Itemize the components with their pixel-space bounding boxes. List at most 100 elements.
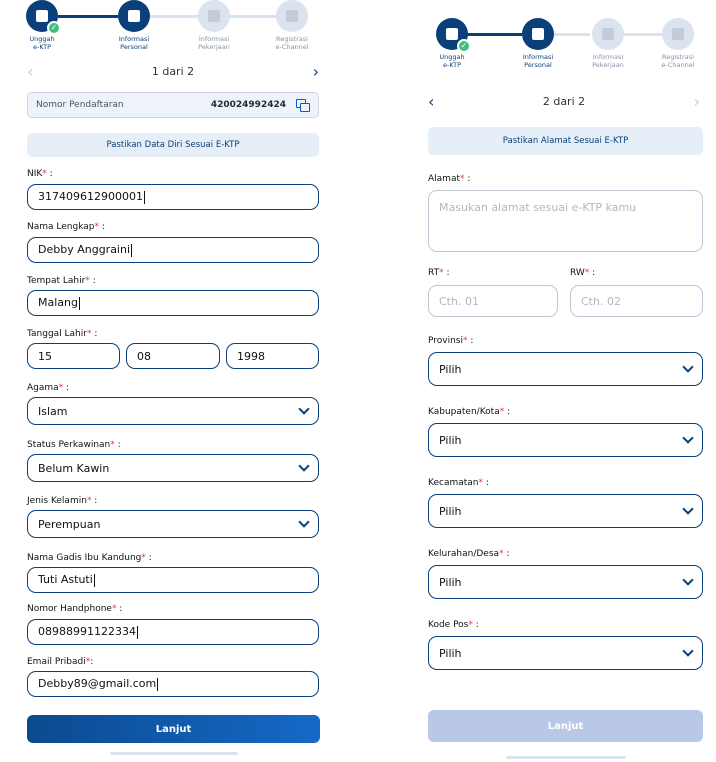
day-input[interactable]: 15 [27,343,120,369]
kabupaten-select[interactable]: Pilih [428,423,703,457]
step-label: Pekerjaan [592,61,624,69]
step-label: Personal [120,43,148,51]
kelurahan-label: Kelurahan/Desa* : [428,549,510,559]
step-label: Pekerjaan [198,43,230,51]
ibu-input[interactable]: Tuti Astuti [27,567,319,593]
tanggal-lahir-label: Tanggal Lahir* : [27,329,98,339]
step-label: Registrasi [276,35,308,43]
chevron-left-icon[interactable]: ‹ [27,62,33,81]
chevron-down-icon [682,432,694,444]
tempat-lahir-input[interactable]: Malang [27,290,319,316]
chevron-right-icon[interactable]: › [694,92,700,111]
chevron-down-icon [682,361,694,373]
step-label: e-KTP [443,61,461,69]
kodepos-select[interactable]: Pilih [428,636,703,670]
chevron-down-icon [298,460,310,472]
step-label: Informasi [198,35,230,43]
phone-icon [672,28,684,40]
year-input[interactable]: 1998 [226,343,319,369]
chevron-down-icon [682,574,694,586]
step-unggah-ektp: ✓ Unggah e-KTP [12,0,72,51]
chevron-left-icon[interactable]: ‹ [428,92,434,111]
chevron-down-icon [298,403,310,415]
home-indicator [506,756,626,759]
check-icon: ✓ [47,21,61,35]
step-informasi-personal: Informasi Personal [104,0,164,51]
alamat-label: Alamat* : [428,174,471,184]
id-card-icon [36,10,48,22]
agama-select[interactable]: Islam [27,397,319,425]
step-informasi-pekerjaan: Informasi Pekerjaan [578,18,638,69]
info-banner: Pastikan Alamat Sesuai E-KTP [428,127,703,155]
step-label: Informasi [522,53,554,61]
banner-text: Pastikan Data Diri Sesuai E-KTP [106,140,240,150]
person-icon [532,28,544,40]
progress-stepper: ✓ Unggah e-KTP Informasi Personal Informas… [0,0,346,60]
kecamatan-label: Kecamatan* : [428,478,489,488]
progress-stepper: ✓ Unggah e-KTP Informasi Personal Informas… [400,18,716,78]
hp-input[interactable]: 08988991122334 [27,619,319,645]
step-label: e-Channel [275,43,309,51]
step-label: Informasi [592,53,624,61]
kabupaten-label: Kabupaten/Kota* : [428,407,511,417]
phone-icon [286,10,298,22]
home-indicator [110,752,238,755]
id-card-icon [446,28,458,40]
rw-input[interactable]: Cth. 02 [570,285,703,317]
provinsi-label: Provinsi* : [428,336,474,346]
chevron-down-icon [298,516,310,528]
jenis-kelamin-label: Jenis Kelamin* : [27,496,98,506]
step-label: Unggah [29,35,55,43]
status-select[interactable]: Belum Kawin [27,454,319,482]
step-unggah-ektp: ✓ Unggah e-KTP [422,18,482,69]
kelurahan-select[interactable]: Pilih [428,565,703,599]
kodepos-label: Kode Pos* : [428,620,479,630]
lanjut-button[interactable]: Lanjut [27,715,320,743]
registration-value: 420024992424 [210,100,286,110]
banner-text: Pastikan Alamat Sesuai E-KTP [502,136,629,146]
briefcase-icon [208,10,220,22]
ibu-label: Nama Gadis Ibu Kandung* : [27,553,152,563]
chevron-right-icon[interactable]: › [313,62,319,81]
month-input[interactable]: 08 [126,343,220,369]
lanjut-button[interactable]: Lanjut [428,710,703,742]
step-label: Personal [524,61,552,69]
person-icon [128,10,140,22]
rw-label: RW* : [570,268,596,278]
step-informasi-pekerjaan: Informasi Pekerjaan [184,0,244,51]
step-registrasi-echannel: Registrasi e-Channel [262,0,322,51]
copy-icon[interactable] [296,99,310,112]
chevron-down-icon [682,503,694,515]
step-label: Registrasi [662,53,694,61]
rt-input[interactable]: Cth. 01 [428,285,558,317]
step-label: Unggah [439,53,465,61]
page-indicator: ‹ 1 dari 2 › [27,62,319,81]
step-label: e-Channel [661,61,695,69]
nik-input[interactable]: 317409612900001 [27,184,319,210]
briefcase-icon [602,28,614,40]
registration-number-box: Nomor Pendaftaran 420024992424 [27,92,319,118]
provinsi-select[interactable]: Pilih [428,352,703,386]
nik-label: NIK* : [27,169,53,179]
nama-input[interactable]: Debby Anggraini [27,237,319,263]
step-label: e-KTP [33,43,51,51]
email-input[interactable]: Debby89@gmail.com [27,671,319,697]
step-informasi-personal: Informasi Personal [508,18,568,69]
jenis-kelamin-select[interactable]: Perempuan [27,510,319,538]
check-icon: ✓ [457,39,471,53]
nama-label: Nama Lengkap* : [27,222,105,232]
kecamatan-select[interactable]: Pilih [428,494,703,528]
step-registrasi-echannel: Registrasi e-Channel [648,18,708,69]
hp-label: Nomor Handphone* : [27,604,123,614]
tempat-lahir-label: Tempat Lahir* : [27,276,96,286]
chevron-down-icon [682,645,694,657]
step-label: Informasi [118,35,150,43]
alamat-textarea[interactable]: Masukan alamat sesuai e-KTP kamu [428,190,703,252]
page-count: 1 dari 2 [151,65,195,78]
page-indicator: ‹ 2 dari 2 › [428,92,700,111]
status-label: Status Perkawinan* : [27,440,121,450]
info-banner: Pastikan Data Diri Sesuai E-KTP [27,133,319,157]
page-count: 2 dari 2 [542,95,586,108]
rt-label: RT* : [428,268,450,278]
agama-label: Agama* : [27,383,70,393]
